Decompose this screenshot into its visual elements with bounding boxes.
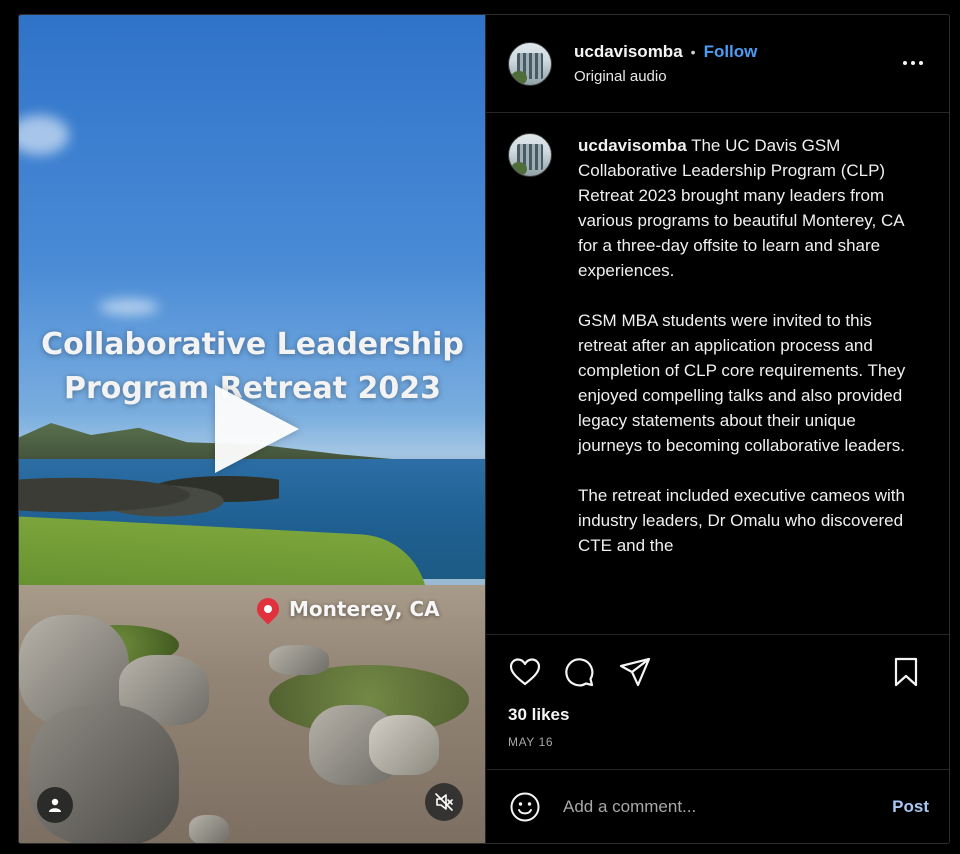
post-side-panel: ucdavisomba • Follow Original audio ucda… bbox=[485, 15, 949, 843]
caption-section[interactable]: ucdavisomba The UC Davis GSM Collaborati… bbox=[486, 113, 949, 635]
heart-icon[interactable] bbox=[508, 655, 542, 689]
user-icon bbox=[49, 798, 61, 812]
comment-input[interactable] bbox=[563, 796, 893, 817]
post-header: ucdavisomba • Follow Original audio bbox=[486, 15, 949, 113]
emoji-icon[interactable] bbox=[509, 791, 541, 823]
caption-username[interactable]: ucdavisomba bbox=[578, 136, 687, 155]
share-icon[interactable] bbox=[618, 655, 652, 689]
play-icon[interactable] bbox=[215, 385, 299, 473]
bookmark-icon[interactable] bbox=[889, 655, 923, 689]
audio-link[interactable]: Original audio bbox=[574, 68, 757, 85]
mute-button[interactable] bbox=[425, 783, 463, 821]
mute-icon bbox=[435, 793, 453, 811]
comment-bar: Post bbox=[487, 769, 949, 843]
caption-avatar[interactable] bbox=[508, 133, 552, 177]
avatar[interactable] bbox=[508, 41, 552, 86]
action-bar bbox=[486, 635, 949, 705]
post-date: MAY 16 bbox=[508, 735, 554, 749]
cloud bbox=[19, 115, 69, 155]
separator-dot: • bbox=[690, 44, 696, 60]
post-modal: Collaborative Leadership Program Retreat… bbox=[18, 14, 950, 844]
follow-button[interactable]: Follow bbox=[704, 42, 758, 62]
comment-icon[interactable] bbox=[562, 655, 596, 689]
video-player[interactable]: Collaborative Leadership Program Retreat… bbox=[19, 15, 485, 843]
header-info: ucdavisomba • Follow Original audio bbox=[574, 42, 757, 85]
like-count[interactable]: 30 likes bbox=[486, 705, 949, 731]
caption-paragraph: GSM MBA students were invited to this re… bbox=[578, 311, 906, 455]
caption-paragraph: The retreat included executive cameos wi… bbox=[578, 486, 905, 555]
tagged-users-button[interactable] bbox=[37, 787, 73, 823]
caption-paragraph: ucdavisomba The UC Davis GSM Collaborati… bbox=[578, 136, 904, 280]
shore-rocks bbox=[19, 465, 279, 525]
location-label: Monterey, CA bbox=[289, 597, 440, 621]
post-button[interactable]: Post bbox=[892, 797, 929, 817]
more-icon[interactable] bbox=[903, 61, 923, 65]
rock bbox=[369, 715, 439, 775]
username-link[interactable]: ucdavisomba bbox=[574, 42, 683, 62]
cloud bbox=[99, 299, 159, 315]
rock bbox=[189, 815, 229, 843]
rock bbox=[269, 645, 329, 675]
location-sticker: Monterey, CA bbox=[252, 593, 440, 625]
caption-text: ucdavisomba The UC Davis GSM Collaborati… bbox=[578, 133, 908, 634]
pin-icon bbox=[252, 593, 284, 625]
